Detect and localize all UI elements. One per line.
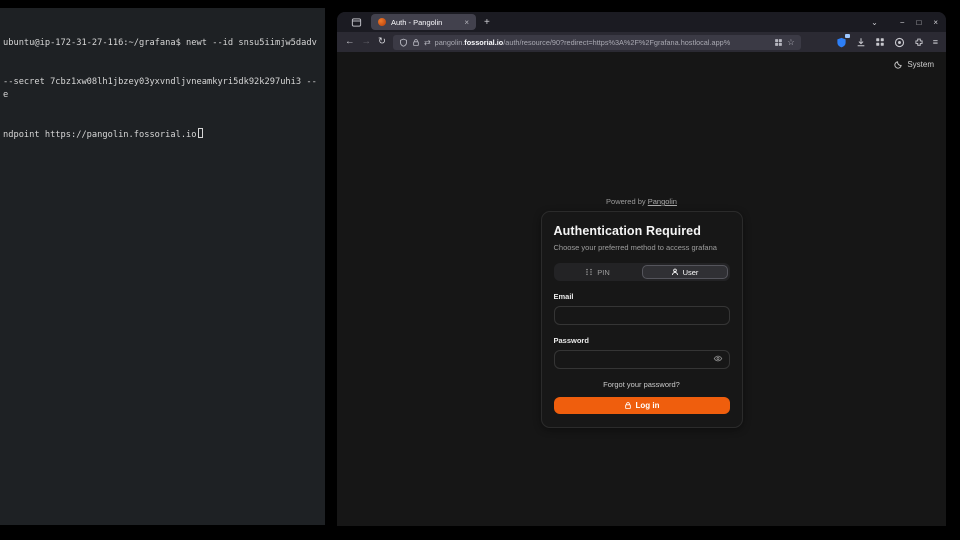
pangolin-favicon <box>378 18 386 26</box>
url-text: pangolin.fossorial.io/auth/resource/90?r… <box>435 38 770 47</box>
window-minimize-button[interactable]: − <box>900 18 905 27</box>
keypad-icon <box>585 268 593 276</box>
tracking-shield-icon[interactable] <box>399 38 408 47</box>
back-button[interactable]: ← <box>345 37 355 47</box>
login-button-label: Log in <box>636 401 660 410</box>
downloads-icon[interactable] <box>856 37 866 47</box>
page-content: System Powered by Pangolin Authenticatio… <box>337 52 946 526</box>
pangolin-link[interactable]: Pangolin <box>648 197 677 206</box>
menu-hamburger-icon[interactable]: ≡ <box>933 37 938 47</box>
user-icon <box>671 268 679 276</box>
ublock-badge <box>845 34 850 38</box>
forgot-password-link[interactable]: Forgot your password? <box>554 380 730 389</box>
window-close-button[interactable]: × <box>933 18 938 27</box>
terminal-line: ndpoint https://pangolin.fossorial.io <box>3 128 322 142</box>
auth-method-tabs: PIN User <box>554 263 730 281</box>
powered-by: Powered by Pangolin <box>541 197 743 206</box>
show-password-eye-icon[interactable] <box>713 354 723 363</box>
browser-toolbar: ← → ↻ ⇄ pangolin.fossorial.io/auth/resou… <box>337 32 946 52</box>
browser-window: Auth - Pangolin × + ⌄ − □ × ← → ↻ <box>337 12 946 526</box>
ublock-origin-icon[interactable] <box>836 37 847 48</box>
extensions-puzzle-icon[interactable] <box>914 37 924 47</box>
apps-grid-icon[interactable] <box>875 37 885 47</box>
email-label: Email <box>554 292 730 301</box>
forward-button[interactable]: → <box>362 37 372 47</box>
browser-tab-auth-pangolin[interactable]: Auth - Pangolin × <box>371 14 476 30</box>
auth-section: Powered by Pangolin Authentication Requi… <box>541 197 743 428</box>
login-button[interactable]: Log in <box>554 397 730 414</box>
tab-user-label: User <box>683 268 699 277</box>
terminal-cursor <box>198 128 203 138</box>
terminal-line: --secret 7cbz1xw08lh1jbzey03yxvndljvneam… <box>3 76 322 102</box>
account-circle-icon[interactable] <box>894 37 905 48</box>
tab-close-icon[interactable]: × <box>464 18 469 27</box>
theme-toggle[interactable]: System <box>894 60 934 69</box>
address-bar[interactable]: ⇄ pangolin.fossorial.io/auth/resource/90… <box>393 35 801 50</box>
tab-pin-label: PIN <box>597 268 610 277</box>
tab-pin[interactable]: PIN <box>556 265 640 279</box>
lock-icon <box>624 401 632 410</box>
auth-card: Authentication Required Choose your pref… <box>541 211 743 428</box>
tab-strip: Auth - Pangolin × + ⌄ − □ × <box>337 12 946 32</box>
lock-icon[interactable] <box>412 38 420 47</box>
card-title: Authentication Required <box>554 224 730 238</box>
firefox-view-icon[interactable] <box>349 15 363 29</box>
list-tabs-chevron-icon[interactable]: ⌄ <box>871 18 878 27</box>
terminal-line: ubuntu@ip-172-31-27-116:~/grafana$ newt … <box>3 37 322 50</box>
theme-toggle-label: System <box>907 60 934 69</box>
email-field[interactable] <box>554 306 730 325</box>
reload-button[interactable]: ↻ <box>378 37 386 47</box>
password-field[interactable] <box>554 350 730 369</box>
password-label: Password <box>554 336 730 345</box>
card-subtitle: Choose your preferred method to access g… <box>554 243 730 252</box>
toolbar-extensions: ≡ <box>836 37 938 48</box>
containers-grid-icon[interactable] <box>774 38 783 47</box>
permissions-exchange-icon[interactable]: ⇄ <box>424 38 431 47</box>
terminal-window[interactable]: ubuntu@ip-172-31-27-116:~/grafana$ newt … <box>0 8 325 525</box>
tab-title: Auth - Pangolin <box>391 18 459 27</box>
window-maximize-button[interactable]: □ <box>916 18 921 27</box>
bookmark-star-icon[interactable]: ☆ <box>787 37 795 48</box>
tab-user[interactable]: User <box>642 265 728 279</box>
moon-icon <box>894 60 903 69</box>
new-tab-button[interactable]: + <box>484 17 490 28</box>
